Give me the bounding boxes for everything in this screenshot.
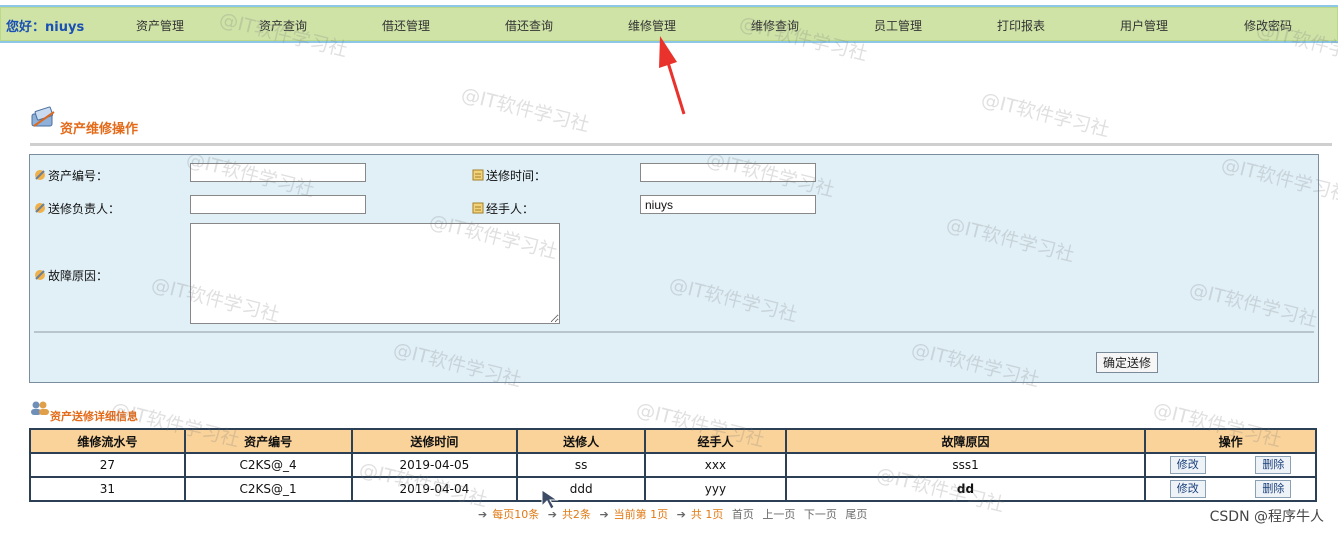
last-page-link[interactable]: 尾页: [845, 508, 867, 521]
section-divider: [30, 143, 1332, 146]
column-header-handler: 经手人: [644, 428, 787, 454]
edit-button[interactable]: 修改: [1169, 480, 1206, 498]
cell-handler: xxx: [644, 452, 787, 478]
submit-repair-button[interactable]: 确定送修: [1096, 352, 1158, 373]
responsible-label-text: 送修负责人：: [48, 202, 121, 216]
pagination: ➔ 每页10条 ➔ 共2条 ➔ 当前第 1页 ➔ 共 1页 首页 上一页 下一页 尾页: [478, 506, 872, 522]
pencil-icon: [35, 203, 45, 213]
nav-borrow-management[interactable]: 借还管理: [382, 17, 430, 34]
pencil-icon: [35, 170, 45, 180]
prev-page-link[interactable]: 上一页: [762, 508, 795, 521]
delete-button[interactable]: 删除: [1255, 480, 1292, 498]
send-time-label-text: 送修时间：: [486, 169, 547, 183]
asset-no-label: 资产编号：: [34, 167, 108, 184]
edit-button[interactable]: 修改: [1169, 456, 1206, 474]
cell-send-time: 2019-04-05: [350, 452, 519, 478]
notepad-icon: [472, 202, 484, 214]
asset-no-input[interactable]: [190, 163, 366, 182]
cell-sender: ss: [516, 452, 647, 478]
handler-input[interactable]: [640, 195, 816, 214]
arrow-right-icon: ➔: [676, 508, 686, 521]
wrench-tools-icon: [31, 106, 55, 127]
handler-label-text: 经手人：: [486, 202, 535, 216]
table-row: 31 C2KS@_1 2019-04-04 ddd yyy dd 修改 删除: [29, 476, 1317, 502]
arrow-right-icon: ➔: [599, 508, 609, 521]
column-header-id: 维修流水号: [29, 428, 186, 454]
nav-borrow-query[interactable]: 借还查询: [505, 17, 553, 34]
column-header-send-time: 送修时间: [350, 428, 519, 454]
nav-staff-management[interactable]: 员工管理: [874, 17, 922, 34]
current-page-text: 当前第 1页: [613, 508, 669, 521]
column-header-sender: 送修人: [516, 428, 647, 454]
responsible-input[interactable]: [190, 195, 366, 214]
cell-asset-no: C2KS@_4: [183, 452, 353, 478]
nav-asset-query[interactable]: 资产查询: [259, 17, 307, 34]
cell-actions: 修改 删除: [1144, 476, 1317, 502]
table-header-row: 维修流水号 资产编号 送修时间 送修人 经手人 故障原因 操作: [29, 428, 1317, 454]
section-title: 资产维修操作: [60, 122, 139, 137]
reason-label-text: 故障原因：: [48, 269, 109, 283]
cell-sender: ddd: [516, 476, 647, 502]
first-page-link[interactable]: 首页: [732, 508, 754, 521]
nav-print-report[interactable]: 打印报表: [997, 17, 1045, 34]
people-icon: [31, 401, 49, 415]
annotation-arrow-icon: [659, 36, 686, 115]
arrow-right-icon: ➔: [478, 508, 488, 521]
repair-form-panel: 资产编号： 送修时间： 送修负责人： 经手人： 故障原因： 确定送修: [29, 154, 1319, 383]
nav-change-password[interactable]: 修改密码: [1244, 17, 1292, 34]
nav-user-management[interactable]: 用户管理: [1120, 17, 1168, 34]
responsible-label: 送修负责人：: [34, 200, 120, 217]
cell-reason: dd: [784, 476, 1147, 502]
handler-label: 经手人：: [472, 200, 534, 217]
panel-divider: [34, 331, 1314, 333]
watermark: @IT软件学习社: [978, 88, 1112, 142]
cell-id: 31: [29, 476, 186, 502]
reason-textarea[interactable]: [190, 223, 560, 324]
cell-reason: sss1: [784, 452, 1147, 478]
credit-text: CSDN @程序牛人: [1209, 509, 1324, 525]
cursor-icon: [541, 489, 559, 510]
watermark: @IT软件学习社: [458, 83, 592, 137]
cell-send-time: 2019-04-04: [350, 476, 519, 502]
cell-asset-no: C2KS@_1: [183, 476, 353, 502]
send-time-label: 送修时间：: [472, 167, 546, 184]
nav-repair-management[interactable]: 维修管理: [628, 17, 676, 34]
nav-repair-query[interactable]: 维修查询: [751, 17, 799, 34]
next-page-link[interactable]: 下一页: [804, 508, 837, 521]
delete-button[interactable]: 删除: [1255, 456, 1292, 474]
total-text: 共2条: [561, 508, 591, 521]
pencil-icon: [35, 270, 45, 280]
notepad-icon: [472, 169, 484, 181]
send-time-input[interactable]: [640, 163, 816, 182]
asset-no-label-text: 资产编号：: [48, 169, 109, 183]
column-header-asset-no: 资产编号: [183, 428, 353, 454]
cell-actions: 修改 删除: [1144, 452, 1317, 478]
nav-asset-management[interactable]: 资产管理: [136, 17, 184, 34]
cell-id: 27: [29, 452, 186, 478]
greeting: 您好：niuys: [6, 20, 85, 35]
per-page-text: 每页10条: [492, 508, 540, 521]
column-header-reason: 故障原因: [784, 428, 1147, 454]
reason-label: 故障原因：: [34, 267, 108, 284]
repair-records-table: 维修流水号 资产编号 送修时间 送修人 经手人 故障原因 操作 27 C2KS@…: [29, 428, 1317, 502]
cell-handler: yyy: [644, 476, 787, 502]
column-header-actions: 操作: [1144, 428, 1317, 454]
table-title: 资产送修详细信息: [50, 410, 138, 423]
total-pages-text: 共 1页: [690, 508, 724, 521]
table-row: 27 C2KS@_4 2019-04-05 ss xxx sss1 修改 删除: [29, 452, 1317, 478]
